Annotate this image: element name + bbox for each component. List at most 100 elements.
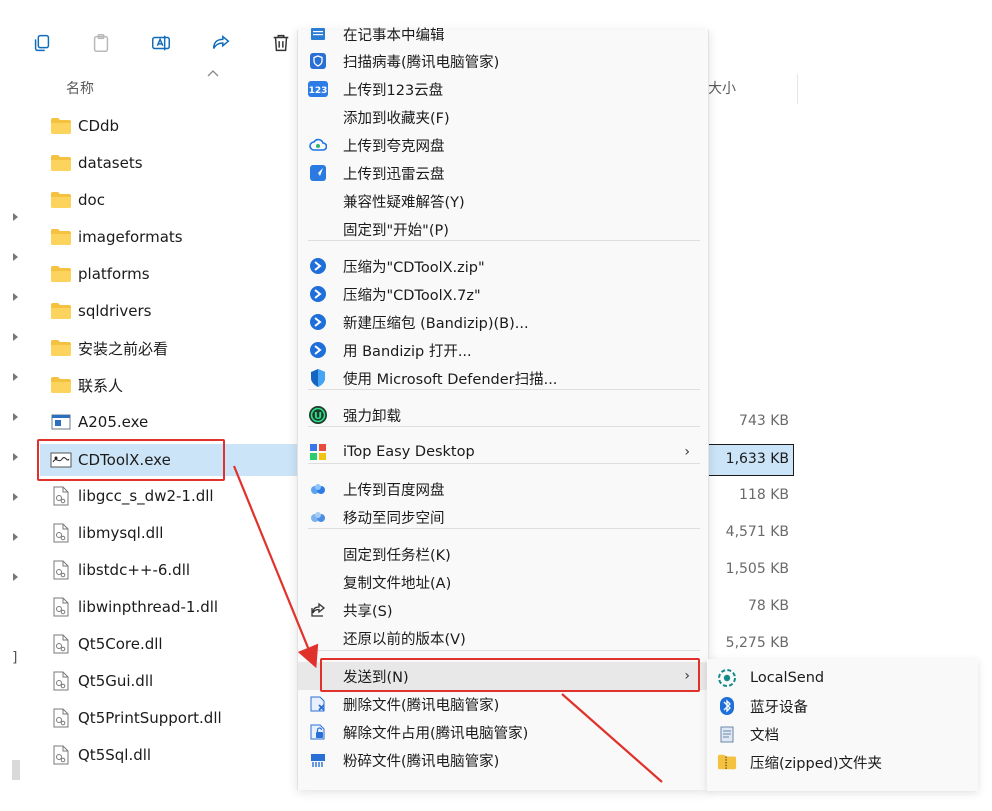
- context-menu-item-label: 上传到123云盘: [343, 82, 444, 99]
- file-row[interactable]: libwinpthread-1.dll: [40, 590, 298, 624]
- notepad-icon: [308, 24, 328, 44]
- context-menu-item[interactable]: 123 上传到123云盘: [298, 75, 708, 103]
- file-name: Qt5PrintSupport.dll: [78, 709, 222, 727]
- file-row[interactable]: libmysql.dll: [40, 516, 298, 550]
- context-menu-item[interactable]: 解除文件占用(腾讯电脑管家): [298, 718, 708, 746]
- shield-scan-icon: [308, 51, 328, 71]
- context-menu-item[interactable]: 使用 Microsoft Defender扫描...: [298, 364, 708, 392]
- file-row[interactable]: doc: [40, 183, 298, 217]
- share-toolbar-icon[interactable]: [206, 28, 236, 58]
- rename-icon[interactable]: [146, 28, 176, 58]
- file-name: Qt5Gui.dll: [78, 672, 154, 690]
- xunlei-icon: [308, 163, 328, 183]
- file-row[interactable]: Qt5Core.dll: [40, 627, 298, 661]
- send-to-item[interactable]: 蓝牙设备: [707, 692, 978, 720]
- dll-file-icon: [50, 744, 72, 766]
- column-header-size[interactable]: 大小: [708, 78, 736, 98]
- context-menu-item[interactable]: 上传到百度网盘: [298, 475, 708, 503]
- file-row[interactable]: Qt5PrintSupport.dll: [40, 701, 298, 735]
- defender-icon: [308, 368, 328, 388]
- context-menu-item[interactable]: 扫描病毒(腾讯电脑管家): [298, 47, 708, 75]
- file-row[interactable]: imageformats: [40, 220, 298, 254]
- file-name: Qt5Sql.dll: [78, 746, 152, 764]
- context-menu-item[interactable]: iTop Easy Desktop ›: [298, 438, 708, 466]
- context-menu-item[interactable]: 用 Bandizip 打开...: [298, 336, 708, 364]
- file-size: 1,505 KB: [725, 561, 789, 577]
- context-menu-item-label: iTop Easy Desktop: [343, 444, 475, 460]
- bandizip-icon: [308, 340, 328, 360]
- context-menu-item[interactable]: 移动至同步空间: [298, 503, 708, 531]
- context-menu-item[interactable]: 还原以前的版本(V): [298, 624, 708, 652]
- send-to-item[interactable]: 压缩(zipped)文件夹: [707, 748, 978, 776]
- context-menu-item[interactable]: 删除文件(腾讯电脑管家): [298, 690, 708, 718]
- context-menu-item[interactable]: 添加到收藏夹(F): [298, 103, 708, 131]
- file-row[interactable]: platforms: [40, 257, 298, 291]
- paste-icon[interactable]: [86, 28, 116, 58]
- file-name: Qt5Core.dll: [78, 635, 163, 653]
- context-menu-item-label: 兼容性疑难解答(Y): [343, 194, 465, 211]
- baidu-cloud-icon: [308, 479, 328, 499]
- context-menu-item[interactable]: 压缩为"CDToolX.7z": [298, 280, 708, 308]
- file-name: datasets: [78, 154, 143, 172]
- context-menu-item[interactable]: U 强力卸载: [298, 401, 708, 429]
- context-menu-item-label: 使用 Microsoft Defender扫描...: [343, 371, 558, 388]
- expand-chevron-icon[interactable]: [12, 252, 20, 262]
- file-row[interactable]: sqldrivers: [40, 294, 298, 328]
- delete-icon[interactable]: [266, 28, 296, 58]
- file-row[interactable]: A205.exe: [40, 405, 298, 439]
- file-row[interactable]: Qt5Sql.dll: [40, 738, 298, 772]
- expand-chevron-icon[interactable]: [12, 332, 20, 342]
- menu-separator: [308, 463, 700, 464]
- share-icon: [308, 600, 328, 620]
- expand-chevron-icon[interactable]: [12, 212, 20, 222]
- file-row[interactable]: CDdb: [40, 109, 298, 143]
- annotation-box-send-to: [320, 658, 700, 692]
- file-row[interactable]: libgcc_s_dw2-1.dll: [40, 479, 298, 513]
- expand-chevron-icon[interactable]: [12, 492, 20, 502]
- context-menu-item[interactable]: 新建压缩包 (Bandizip)(B)...: [298, 308, 708, 336]
- context-menu-item-label: 固定到"开始"(P): [343, 222, 449, 239]
- chevron-right-icon: ›: [684, 444, 690, 460]
- context-menu-item[interactable]: 上传到夸克网盘: [298, 131, 708, 159]
- file-size: 743 KB: [739, 413, 789, 429]
- file-name: A205.exe: [78, 413, 149, 431]
- folder-icon: [50, 115, 72, 137]
- documents-icon: [717, 724, 737, 744]
- file-size: 1,633 KB: [725, 451, 789, 467]
- expand-chevron-icon[interactable]: [12, 532, 20, 542]
- context-menu-item[interactable]: 复制文件地址(A): [298, 568, 708, 596]
- file-row[interactable]: datasets: [40, 146, 298, 180]
- context-menu-item[interactable]: 兼容性疑难解答(Y): [298, 187, 708, 215]
- expand-chevron-icon[interactable]: [12, 372, 20, 382]
- expand-chevron-icon[interactable]: [12, 292, 20, 302]
- file-row[interactable]: libstdc++-6.dll: [40, 553, 298, 587]
- send-to-submenu: LocalSend 蓝牙设备 文档 压缩(zipped)文件夹: [707, 659, 978, 791]
- dll-file-icon: [50, 707, 72, 729]
- context-menu-item[interactable]: 在记事本中编辑: [298, 20, 708, 48]
- context-menu-item[interactable]: 固定到"开始"(P): [298, 215, 708, 243]
- send-to-item[interactable]: 文档: [707, 720, 978, 748]
- expand-chevron-icon[interactable]: [12, 572, 20, 582]
- file-row[interactable]: Qt5Gui.dll: [40, 664, 298, 698]
- nav-scrollbar[interactable]: [12, 760, 20, 780]
- context-menu-item[interactable]: 粉碎文件(腾讯电脑管家): [298, 746, 708, 774]
- expand-chevron-icon[interactable]: [12, 452, 20, 462]
- delete-file-icon: [308, 694, 328, 714]
- context-menu-item[interactable]: 上传到迅雷云盘: [298, 159, 708, 187]
- menu-separator: [308, 528, 700, 529]
- sync-space-icon: [308, 507, 328, 527]
- context-menu-item[interactable]: 共享(S): [298, 596, 708, 624]
- file-row[interactable]: 安装之前必看: [40, 331, 298, 365]
- expand-chevron-icon[interactable]: [12, 412, 20, 422]
- send-to-item[interactable]: LocalSend: [707, 664, 978, 692]
- column-header-name[interactable]: 名称: [66, 78, 94, 98]
- folder-icon: [50, 300, 72, 322]
- menu-separator: [308, 650, 700, 651]
- file-name: platforms: [78, 265, 150, 283]
- copy-icon[interactable]: [27, 28, 57, 58]
- context-menu-item[interactable]: 压缩为"CDToolX.zip": [298, 252, 708, 280]
- context-menu-item-label: 删除文件(腾讯电脑管家): [343, 697, 500, 714]
- file-row[interactable]: 联系人: [40, 368, 298, 402]
- column-divider[interactable]: [797, 74, 798, 104]
- context-menu-item[interactable]: 固定到任务栏(K): [298, 540, 708, 568]
